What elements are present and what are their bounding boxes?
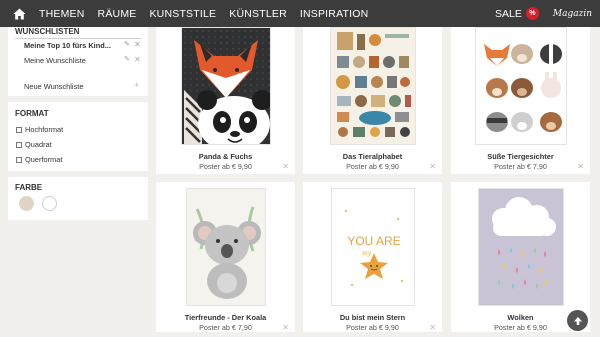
product-price: Poster ab € 9,90 xyxy=(346,162,399,171)
nav-item-raeume[interactable]: RÄUME xyxy=(98,8,137,20)
color-filter-panel: FARBE xyxy=(8,177,148,220)
wishlist-panel: WUNSCHLISTEN Meine Top 10 fürs Kind... ✎… xyxy=(8,27,148,96)
format-filter-panel: FORMAT Hochformat Quadrat Querformat xyxy=(8,102,148,171)
product-card[interactable]: Süße Tiergesichter Poster ab € 7,90 ✕ xyxy=(451,27,590,174)
nav-item-sale[interactable]: SALE xyxy=(495,8,522,20)
product-image-wolken[interactable] xyxy=(477,188,564,306)
edit-icon[interactable]: ✎ xyxy=(124,40,130,48)
remove-icon[interactable]: ✕ xyxy=(282,323,289,332)
checkbox[interactable] xyxy=(16,156,22,163)
product-title[interactable]: Panda & Fuchs xyxy=(156,152,295,161)
product-title[interactable]: Süße Tiergesichter xyxy=(451,152,590,161)
product-card[interactable]: Tierfreunde - Der Koala Poster ab € 7,90… xyxy=(156,182,295,332)
product-card[interactable]: Das Tieralphabet Poster ab € 9,90 ✕ xyxy=(303,27,442,174)
format-option-quadrat[interactable]: Quadrat xyxy=(16,140,52,149)
sale-badge[interactable]: % xyxy=(525,7,539,20)
delete-icon[interactable]: ✕ xyxy=(134,40,141,49)
poster-text-line1: YOU ARE xyxy=(347,234,400,248)
checkbox-label: Quadrat xyxy=(25,140,52,149)
add-icon[interactable]: + xyxy=(134,80,139,90)
color-swatch-white[interactable] xyxy=(42,196,57,211)
nav-item-magazin[interactable]: Magazin xyxy=(553,9,592,19)
edit-icon[interactable]: ✎ xyxy=(124,55,130,63)
format-option-querformat[interactable]: Querformat xyxy=(16,155,62,164)
product-price: Poster ab € 9,90 xyxy=(199,162,252,171)
nav-item-kunststile[interactable]: KUNSTSTILE xyxy=(149,8,216,20)
product-title[interactable]: Das Tieralphabet xyxy=(303,152,442,161)
wishlist-item-meine[interactable]: Meine Wunschliste xyxy=(24,56,86,65)
product-image-stern[interactable]: YOU ARE my xyxy=(330,188,415,306)
product-image-tiergesichter[interactable] xyxy=(474,27,567,145)
product-card[interactable]: YOU ARE my Du bist mein Stern Poster ab … xyxy=(303,182,442,332)
product-price: Poster ab € 9,90 xyxy=(346,323,399,332)
checkbox-label: Hochformat xyxy=(25,125,64,134)
scroll-to-top-button[interactable] xyxy=(567,310,588,331)
product-card[interactable]: Wolken Poster ab € 9,90 ✕ xyxy=(451,182,590,332)
remove-icon[interactable]: ✕ xyxy=(429,323,436,332)
nav-item-themen[interactable]: THEMEN xyxy=(39,8,85,20)
color-swatch-beige[interactable] xyxy=(19,196,34,211)
nav-right: SALE % Magazin xyxy=(495,0,592,27)
checkbox-label: Querformat xyxy=(25,155,63,164)
poster-text-line2: my xyxy=(362,250,372,257)
product-image-koala[interactable] xyxy=(185,188,266,306)
wishlist-title: WUNSCHLISTEN xyxy=(15,27,142,39)
product-image-panda-fuchs[interactable] xyxy=(180,27,271,145)
remove-icon[interactable]: ✕ xyxy=(429,162,436,171)
product-title[interactable]: Tierfreunde - Der Koala xyxy=(156,313,295,322)
remove-icon[interactable]: ✕ xyxy=(282,162,289,171)
wishlist-item-top10[interactable]: Meine Top 10 fürs Kind... xyxy=(24,41,111,50)
top-navigation: THEMEN RÄUME KUNSTSTILE KÜNSTLER INSPIRA… xyxy=(0,0,600,27)
product-image-tieralphabet[interactable] xyxy=(329,27,416,145)
color-title: FARBE xyxy=(15,183,43,192)
format-title: FORMAT xyxy=(15,109,49,118)
new-wishlist-link[interactable]: Neue Wunschliste xyxy=(24,82,83,91)
product-price: Poster ab € 7,90 xyxy=(494,162,547,171)
nav-item-kuenstler[interactable]: KÜNSTLER xyxy=(229,8,287,20)
format-option-hochformat[interactable]: Hochformat xyxy=(16,125,63,134)
delete-icon[interactable]: ✕ xyxy=(134,55,141,64)
checkbox[interactable] xyxy=(16,141,22,148)
product-price: Poster ab € 7,90 xyxy=(199,323,252,332)
product-title[interactable]: Du bist mein Stern xyxy=(303,313,442,322)
home-icon[interactable] xyxy=(8,0,30,27)
checkbox[interactable] xyxy=(16,126,22,133)
nav-item-inspiration[interactable]: INSPIRATION xyxy=(300,8,369,20)
remove-icon[interactable]: ✕ xyxy=(577,162,584,171)
product-card[interactable]: Panda & Fuchs Poster ab € 9,90 ✕ xyxy=(156,27,295,174)
arrow-up-icon xyxy=(573,316,582,325)
